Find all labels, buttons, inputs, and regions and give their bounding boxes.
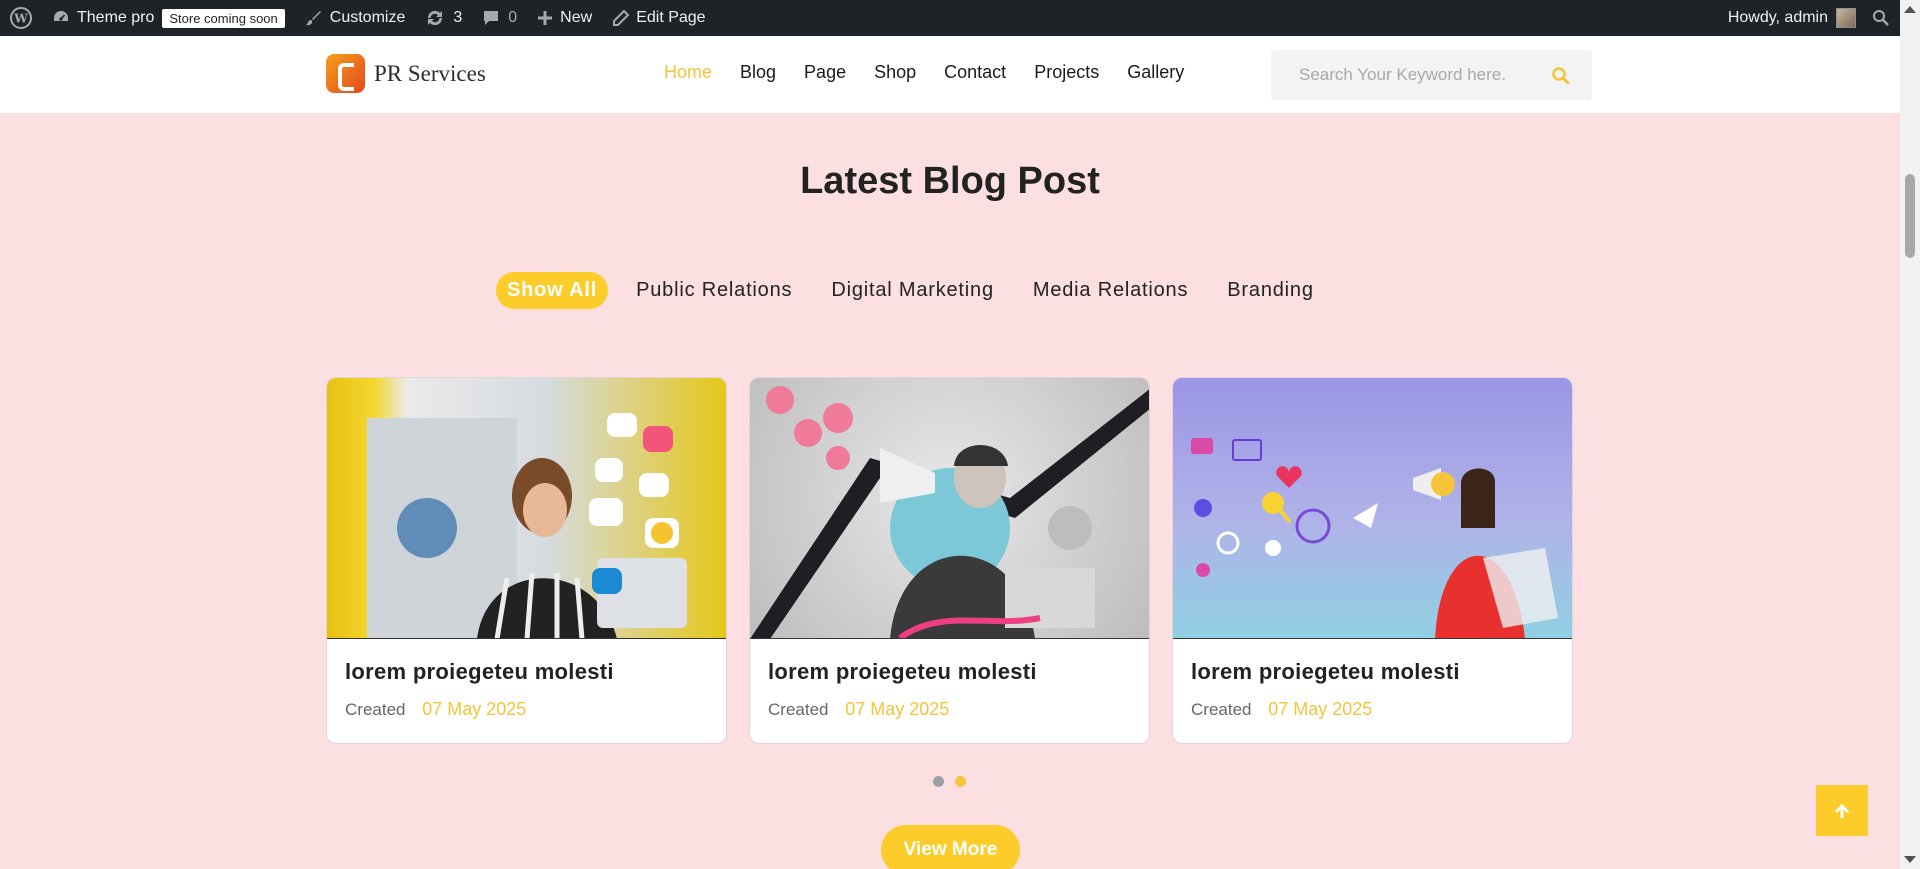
comments-button[interactable]: 0 — [472, 0, 527, 36]
nav-page[interactable]: Page — [804, 62, 846, 83]
blog-card-title[interactable]: lorem proiegeteu molesti — [768, 659, 1131, 685]
admin-bar: W Theme pro Store coming soon Customize … — [0, 0, 1900, 36]
back-to-top-button[interactable] — [1816, 785, 1868, 836]
filter-digital-marketing[interactable]: Digital Marketing — [820, 272, 1005, 309]
blog-card-date: 07 May 2025 — [422, 699, 527, 719]
scroll-up-icon[interactable] — [1904, 6, 1916, 13]
customize-label: Customize — [329, 9, 406, 26]
blog-card[interactable]: lorem proiegeteu molesti Created 07 May … — [326, 377, 727, 744]
blog-card-title[interactable]: lorem proiegeteu molesti — [1191, 659, 1554, 685]
blog-card-meta: Created 07 May 2025 — [768, 699, 1131, 720]
created-label: Created — [1191, 700, 1252, 719]
search-input[interactable] — [1299, 65, 1551, 85]
site-logo[interactable]: PR Services — [326, 54, 486, 93]
category-filters: Show All Public Relations Digital Market… — [496, 272, 1342, 309]
page-scrollbar[interactable] — [1900, 0, 1920, 869]
blog-card-image[interactable] — [1173, 378, 1572, 639]
wordpress-icon: W — [10, 7, 32, 29]
nav-shop[interactable]: Shop — [874, 62, 916, 83]
blog-card-date: 07 May 2025 — [1268, 699, 1373, 719]
scroll-down-icon[interactable] — [1904, 856, 1916, 863]
nav-gallery[interactable]: Gallery — [1127, 62, 1184, 83]
updates-button[interactable]: 3 — [415, 0, 472, 36]
logo-text: PR Services — [374, 60, 486, 86]
blog-card-date: 07 May 2025 — [845, 699, 950, 719]
blog-card-image[interactable] — [327, 378, 726, 639]
edit-page-label: Edit Page — [636, 9, 706, 26]
logo-mark-icon — [326, 54, 365, 93]
blog-card[interactable]: lorem proiegeteu molesti Created 07 May … — [749, 377, 1150, 744]
blog-card-image[interactable] — [750, 378, 1149, 639]
comment-icon — [482, 9, 500, 27]
howdy-label: Howdy, admin — [1727, 9, 1828, 26]
edit-page-button[interactable]: Edit Page — [602, 0, 715, 36]
nav-blog[interactable]: Blog — [740, 62, 776, 83]
admin-search-button[interactable] — [1862, 0, 1900, 36]
pencil-icon — [612, 9, 630, 27]
nav-projects[interactable]: Projects — [1034, 62, 1099, 83]
carousel-dots — [933, 776, 966, 787]
dashboard-icon — [52, 9, 70, 27]
filter-public-relations[interactable]: Public Relations — [625, 272, 803, 309]
blog-card-title[interactable]: lorem proiegeteu molesti — [345, 659, 708, 685]
account-menu[interactable]: Howdy, admin — [1718, 0, 1862, 36]
carousel-dot-2[interactable] — [955, 776, 966, 787]
nav-contact[interactable]: Contact — [944, 62, 1006, 83]
updates-count: 3 — [453, 9, 463, 26]
arrow-up-icon — [1833, 802, 1851, 820]
section-title: Latest Blog Post — [800, 160, 1100, 202]
filter-media-relations[interactable]: Media Relations — [1022, 272, 1199, 309]
carousel-dot-1[interactable] — [933, 776, 944, 787]
new-content-button[interactable]: New — [527, 0, 602, 36]
filter-branding[interactable]: Branding — [1216, 272, 1324, 309]
blog-card-meta: Created 07 May 2025 — [1191, 699, 1554, 720]
filter-show-all[interactable]: Show All — [496, 272, 609, 309]
store-status-badge: Store coming soon — [162, 8, 285, 28]
customize-button[interactable]: Customize — [295, 0, 416, 36]
blog-carousel: lorem proiegeteu molesti Created 07 May … — [326, 377, 1573, 744]
nav-home[interactable]: Home — [664, 62, 712, 83]
blog-card-meta: Created 07 May 2025 — [345, 699, 708, 720]
comments-count: 0 — [508, 9, 518, 26]
header-search — [1271, 50, 1592, 100]
main-nav: Home Blog Page Shop Contact Projects Gal… — [664, 62, 1184, 83]
new-label: New — [560, 9, 593, 26]
plus-icon — [537, 10, 553, 26]
wordpress-logo-button[interactable]: W — [0, 0, 42, 36]
view-more-button[interactable]: View More — [881, 825, 1020, 869]
created-label: Created — [768, 700, 829, 719]
site-name-label: Theme pro — [77, 9, 155, 26]
avatar — [1836, 8, 1856, 28]
site-name-menu[interactable]: Theme pro Store coming soon — [42, 0, 295, 36]
scroll-thumb[interactable] — [1905, 174, 1915, 258]
updates-icon — [425, 9, 445, 27]
svg-text:W: W — [13, 12, 28, 26]
paintbrush-icon — [305, 9, 323, 27]
blog-card[interactable]: lorem proiegeteu molesti Created 07 May … — [1172, 377, 1573, 744]
search-icon[interactable] — [1551, 66, 1570, 85]
site-header: PR Services Home Blog Page Shop Contact … — [0, 36, 1900, 113]
created-label: Created — [345, 700, 406, 719]
search-icon — [1872, 9, 1890, 27]
